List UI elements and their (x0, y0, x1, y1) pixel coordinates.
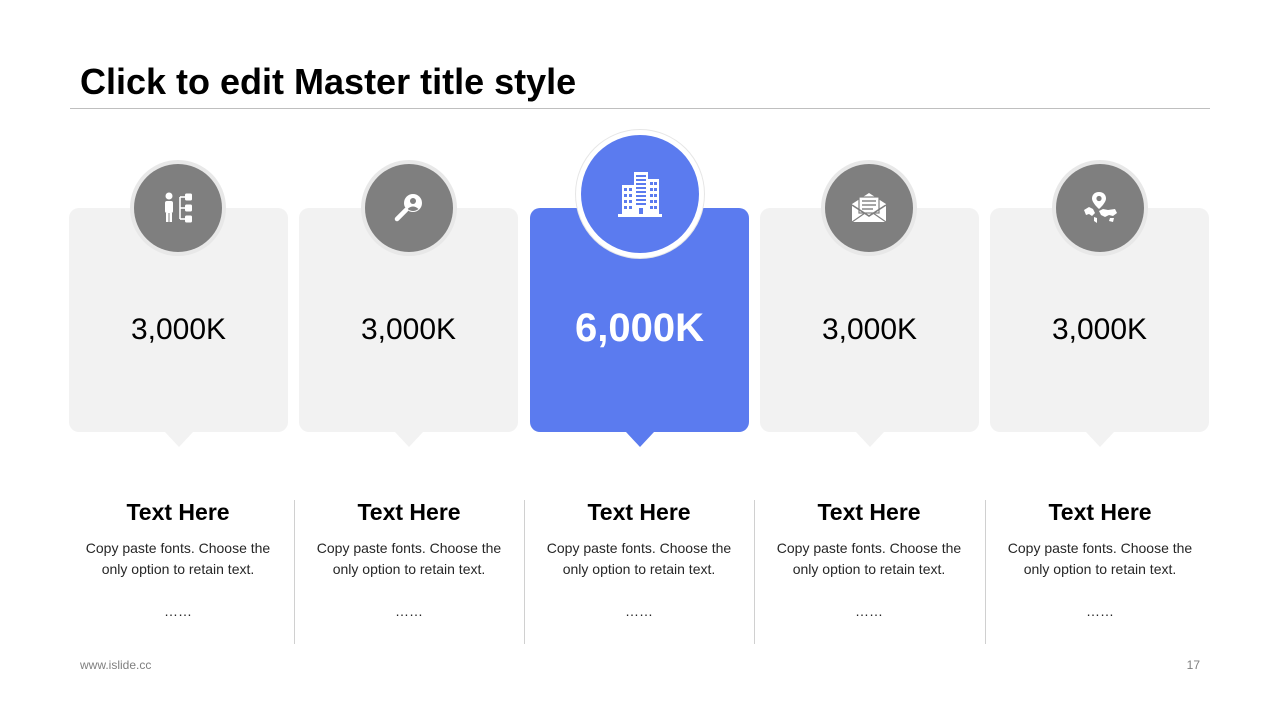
icon-badge-3 (576, 130, 704, 258)
card-pointer (625, 432, 654, 447)
stat-value: 3,000K (360, 313, 457, 346)
footer-url: www.islide.cc (80, 658, 152, 672)
column-heading: Text Here (817, 499, 921, 525)
column-description: Copy paste fonts. Choose the only option… (316, 540, 502, 577)
column-heading: Text Here (126, 499, 230, 525)
building-icon (581, 135, 699, 253)
org-chart-icon (134, 164, 222, 252)
card-pointer (1085, 432, 1114, 447)
text-column-2: Text Here Copy paste fonts. Choose the o… (294, 498, 524, 620)
stat-value: 3,000K (821, 313, 918, 346)
stat-value: 3,000K (130, 313, 227, 346)
card-pointer (394, 432, 423, 447)
envelope-icon (825, 164, 913, 252)
column-heading: Text Here (357, 499, 461, 525)
icon-badge-2 (361, 160, 457, 256)
column-description: Copy paste fonts. Choose the only option… (85, 540, 271, 577)
column-description: Copy paste fonts. Choose the only option… (1007, 540, 1193, 577)
text-column-4: Text Here Copy paste fonts. Choose the o… (754, 498, 984, 620)
column-heading: Text Here (1048, 499, 1152, 525)
text-column-1: Text Here Copy paste fonts. Choose the o… (63, 498, 293, 620)
card-pointer (164, 432, 193, 447)
stat-value: 6,000K (575, 306, 704, 350)
column-ellipsis: …… (164, 603, 192, 619)
card-pointer (855, 432, 884, 447)
column-description: Copy paste fonts. Choose the only option… (546, 540, 732, 577)
magnifier-icon (365, 164, 453, 252)
world-map-pin-icon (1056, 164, 1144, 252)
text-column-3: Text Here Copy paste fonts. Choose the o… (524, 498, 754, 620)
column-heading: Text Here (587, 499, 691, 525)
column-ellipsis: …… (395, 603, 423, 619)
column-ellipsis: …… (855, 603, 883, 619)
title-underline (70, 108, 1210, 109)
text-column-5: Text Here Copy paste fonts. Choose the o… (985, 498, 1215, 620)
icon-badge-4 (821, 160, 917, 256)
slide-title: Click to edit Master title style (80, 61, 577, 102)
column-ellipsis: …… (1086, 603, 1114, 619)
stat-value: 3,000K (1051, 313, 1148, 346)
column-description: Copy paste fonts. Choose the only option… (776, 540, 962, 577)
icon-badge-1 (130, 160, 226, 256)
page-number: 17 (1186, 658, 1200, 672)
icon-badge-5 (1052, 160, 1148, 256)
column-ellipsis: …… (625, 603, 653, 619)
